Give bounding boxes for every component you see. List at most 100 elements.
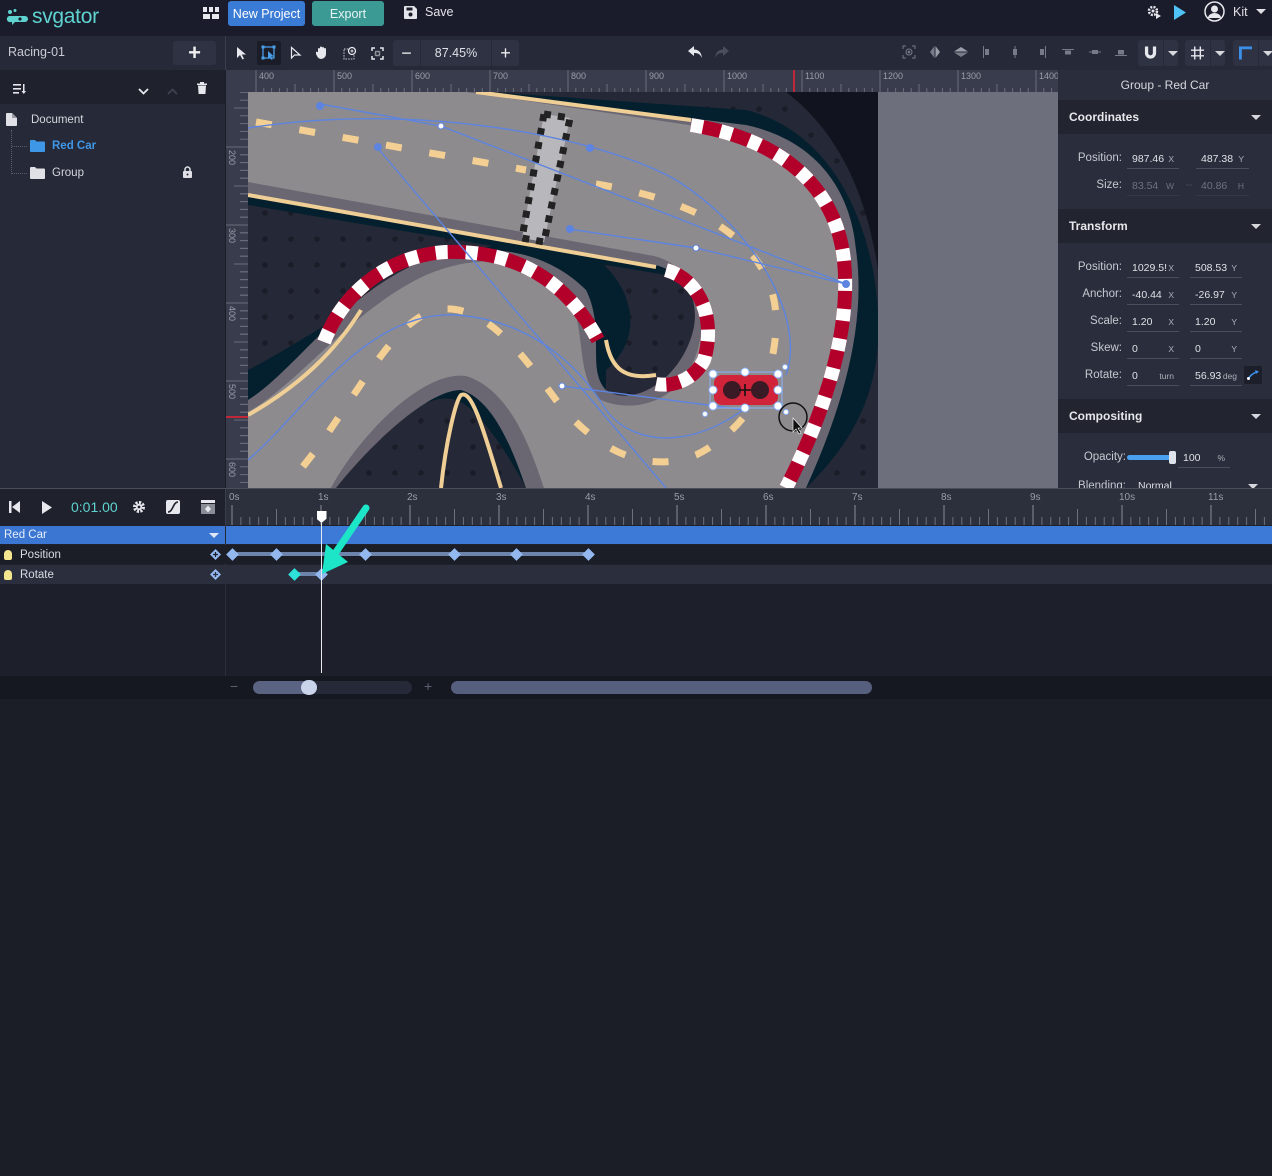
- scale-y-input[interactable]: 1.20 Y: [1190, 312, 1242, 332]
- timeline-zoom-out-button[interactable]: −: [230, 678, 238, 694]
- move-up-button[interactable]: [167, 84, 178, 98]
- delete-layer-button[interactable]: [197, 82, 207, 97]
- add-keyframe-position-button[interactable]: [210, 549, 221, 563]
- layer-group[interactable]: Group: [30, 167, 84, 179]
- timeline-zoom-in-button[interactable]: +: [424, 678, 432, 694]
- canvas-viewport[interactable]: [226, 70, 1058, 488]
- zoom-area-tool[interactable]: [338, 41, 362, 65]
- ruler-label: 1300: [961, 71, 981, 81]
- fit-screen-tool[interactable]: [365, 41, 389, 65]
- svgator-logo[interactable]: svgator: [6, 5, 99, 29]
- align-center-h-button[interactable]: [1006, 43, 1024, 61]
- skew-y-input[interactable]: 0Y: [1190, 339, 1242, 359]
- current-time[interactable]: 0:01.00: [71, 499, 118, 515]
- preview-play-button[interactable]: [1174, 5, 1186, 23]
- timeline-horizontal-scrollbar[interactable]: [451, 681, 872, 694]
- timeline-group-red-car[interactable]: Red Car: [0, 526, 225, 544]
- size-w-input[interactable]: 83.54 W: [1127, 176, 1179, 196]
- align-top-button[interactable]: [1059, 43, 1077, 61]
- track-label-position[interactable]: Position: [0, 545, 225, 564]
- red-car[interactable]: [702, 364, 789, 417]
- sort-layers-button[interactable]: [13, 83, 26, 97]
- move-down-button[interactable]: [138, 84, 149, 98]
- position-y-input[interactable]: 487.38 Y: [1196, 149, 1249, 169]
- go-to-start-button[interactable]: [9, 501, 20, 516]
- time-label: 10s: [1119, 492, 1135, 503]
- rulers-dropdown[interactable]: [1233, 40, 1272, 66]
- zoom-level-input[interactable]: 87.45%: [420, 40, 492, 66]
- timeline-ruler[interactable]: 0s 1s 2s 3s 4s 5s 6s 7s 8s 9s 10s 11s: [226, 489, 1272, 525]
- value: 987.46: [1132, 152, 1165, 165]
- skip-back-icon: [9, 501, 20, 513]
- coordinates-section-header[interactable]: Coordinates: [1058, 100, 1272, 134]
- anchor-x-input[interactable]: -40.44 X: [1127, 285, 1179, 305]
- align-left-button[interactable]: [978, 43, 996, 61]
- easing-button[interactable]: [166, 500, 180, 517]
- skew-x-input[interactable]: 0X: [1127, 339, 1179, 359]
- compositing-section-header[interactable]: Compositing: [1058, 399, 1272, 433]
- timeline-zoom-thumb[interactable]: [300, 680, 317, 695]
- node-tool[interactable]: [284, 41, 308, 65]
- grid-dropdown[interactable]: [1185, 40, 1225, 66]
- track-label-rotate[interactable]: Rotate: [0, 565, 225, 584]
- transform-anchor-row: Anchor: -40.44 X -26.97 Y: [1058, 285, 1272, 305]
- chevron-up-icon: [167, 88, 178, 95]
- hand-tool[interactable]: [311, 41, 335, 65]
- lightbulb-icon[interactable]: [4, 549, 12, 560]
- opacity-slider-thumb[interactable]: [1169, 451, 1176, 464]
- value: -40.44: [1132, 288, 1162, 301]
- add-keyframe-rotate-button[interactable]: [210, 569, 221, 583]
- align-bottom-button[interactable]: [1112, 43, 1130, 61]
- layer-red-car[interactable]: Red Car: [30, 140, 96, 152]
- anchor-y-input[interactable]: -26.97 Y: [1190, 285, 1242, 305]
- vertical-ruler[interactable]: 200 300 400 500 600: [226, 91, 248, 488]
- flip-horizontal-button[interactable]: [926, 43, 944, 61]
- document-icon: [6, 113, 17, 126]
- opacity-input[interactable]: 100%: [1178, 448, 1230, 468]
- coordinates-position-row: Position: 987.46 X 487.38 Y: [1058, 149, 1272, 169]
- play-button[interactable]: [42, 501, 52, 517]
- preview-settings-button[interactable]: [1146, 4, 1162, 20]
- select-tool[interactable]: [230, 41, 254, 65]
- size-h-input[interactable]: 40.86 H: [1196, 176, 1249, 196]
- transform-section-header[interactable]: Transform: [1058, 209, 1272, 243]
- align-right-button[interactable]: [1033, 43, 1051, 61]
- scale-x-input[interactable]: 1.20 X: [1127, 312, 1179, 332]
- rotate-deg-input[interactable]: 56.93 deg: [1190, 366, 1242, 386]
- projects-grid-button[interactable]: [203, 7, 221, 21]
- playhead[interactable]: [316, 511, 327, 1176]
- snapping-dropdown[interactable]: [1138, 40, 1178, 66]
- blending-select[interactable]: Normal: [1138, 480, 1258, 488]
- new-project-button[interactable]: New Project: [228, 1, 305, 26]
- zoom-in-button[interactable]: +: [492, 40, 519, 66]
- chevron-down-icon: [1251, 114, 1261, 120]
- save-button[interactable]: Save: [404, 5, 454, 19]
- timeline-zoom-slider[interactable]: [253, 680, 412, 695]
- lightbulb-icon[interactable]: [4, 569, 12, 580]
- project-name[interactable]: Racing-01: [8, 45, 65, 59]
- transform-tool[interactable]: [257, 41, 281, 65]
- rotate-turn-input[interactable]: 0 turn: [1127, 366, 1179, 386]
- lock-toggle[interactable]: [183, 166, 192, 181]
- timeline-settings-button[interactable]: [132, 500, 146, 517]
- export-button[interactable]: Export: [312, 1, 384, 26]
- transform-position-x-input[interactable]: 1029.5! X: [1127, 258, 1179, 278]
- link-proportions-icon[interactable]: ⇔: [1184, 179, 1194, 190]
- layer-document[interactable]: Document: [6, 113, 83, 126]
- ruler-label: 1000: [727, 71, 747, 81]
- undo-button[interactable]: [686, 43, 704, 61]
- opacity-slider[interactable]: [1127, 451, 1176, 464]
- user-menu[interactable]: Kit: [1204, 1, 1266, 22]
- keyframe-view-button[interactable]: [201, 500, 215, 517]
- add-element-button[interactable]: +: [173, 41, 216, 65]
- position-x-input[interactable]: 987.46 X: [1127, 149, 1179, 169]
- align-middle-button[interactable]: [1086, 43, 1104, 61]
- transform-position-y-input[interactable]: 508.53 Y: [1190, 258, 1242, 278]
- align-to-selection-button[interactable]: [900, 43, 918, 61]
- zoom-out-button[interactable]: −: [393, 40, 420, 66]
- orient-to-path-button[interactable]: [1244, 366, 1262, 384]
- redo-button[interactable]: [712, 43, 730, 61]
- flip-vertical-button[interactable]: [952, 43, 970, 61]
- horizontal-ruler[interactable]: 400 500 600 700 800 900 1000 1100 1200 1300 1400: [226, 70, 1107, 92]
- keyframe-view-icon: [201, 500, 215, 514]
